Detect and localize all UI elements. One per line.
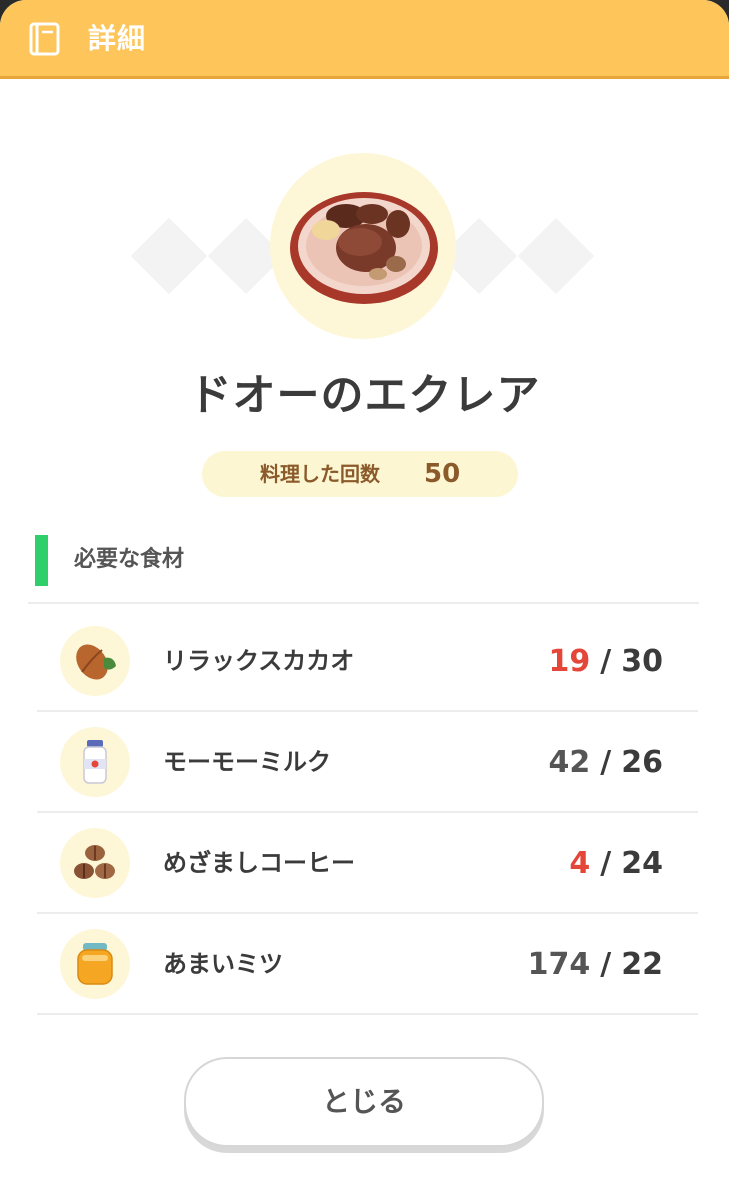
quantity-separator: / [600, 846, 612, 881]
honey-jar-icon [77, 943, 113, 985]
ingredient-icon-backdrop [60, 727, 130, 797]
need-count: 24 [621, 846, 663, 881]
milk-bottle-icon [83, 740, 107, 784]
cook-count-label: 料理した回数 [260, 462, 380, 486]
section-accent-bar [35, 535, 48, 586]
ingredient-icon-backdrop [60, 828, 130, 898]
decor-diamond [130, 217, 208, 295]
header-bar: 詳細 [0, 0, 729, 79]
ingredient-row: めざましコーヒー 4 / 24 [37, 813, 698, 914]
ingredient-quantity: 42 / 26 [549, 712, 663, 813]
quantity-separator: / [600, 745, 612, 780]
ingredient-name: リラックスカカオ [163, 647, 355, 675]
ingredient-quantity: 4 / 24 [569, 813, 663, 914]
quantity-separator: / [600, 947, 612, 982]
section-divider [28, 602, 699, 604]
section-title: 必要な食材 [74, 547, 185, 572]
ingredient-row: あまいミツ 174 / 22 [37, 914, 698, 1015]
need-count: 22 [621, 947, 663, 982]
decor-diamond [517, 217, 595, 295]
ingredient-quantity: 174 / 22 [528, 914, 663, 1015]
ingredient-icon-backdrop [60, 626, 130, 696]
ingredient-row: モーモーミルク 42 / 26 [37, 712, 698, 813]
recipe-name: ドオーのエクレア [188, 371, 541, 421]
have-count: 42 [548, 745, 591, 780]
book-icon [29, 22, 60, 56]
row-divider [37, 1013, 698, 1015]
need-count: 26 [621, 745, 663, 780]
detail-panel: 詳細 ドオーのエクレア 料理した回数 50 必要な食材 リラックスカカオ 19 … [0, 0, 729, 1200]
cook-count-value: 50 [424, 459, 461, 489]
have-count: 19 [548, 644, 591, 679]
ingredient-row: リラックスカカオ 19 / 30 [37, 611, 698, 712]
ingredient-quantity: 19 / 30 [549, 611, 663, 712]
have-count: 4 [569, 846, 591, 881]
ingredient-name: モーモーミルク [163, 748, 331, 776]
ingredient-name: めざましコーヒー [163, 849, 355, 877]
coffee-beans-icon [74, 845, 115, 879]
close-button[interactable]: とじる [184, 1057, 544, 1147]
need-count: 30 [621, 644, 663, 679]
have-count: 174 [527, 947, 591, 982]
ingredient-icon-backdrop [60, 929, 130, 999]
ingredient-name: あまいミツ [163, 950, 283, 978]
cook-count-pill: 料理した回数 50 [202, 451, 518, 497]
quantity-separator: / [600, 644, 612, 679]
eclair-dish-icon [290, 192, 438, 304]
header-title: 詳細 [88, 22, 147, 55]
cacao-icon [76, 644, 116, 680]
